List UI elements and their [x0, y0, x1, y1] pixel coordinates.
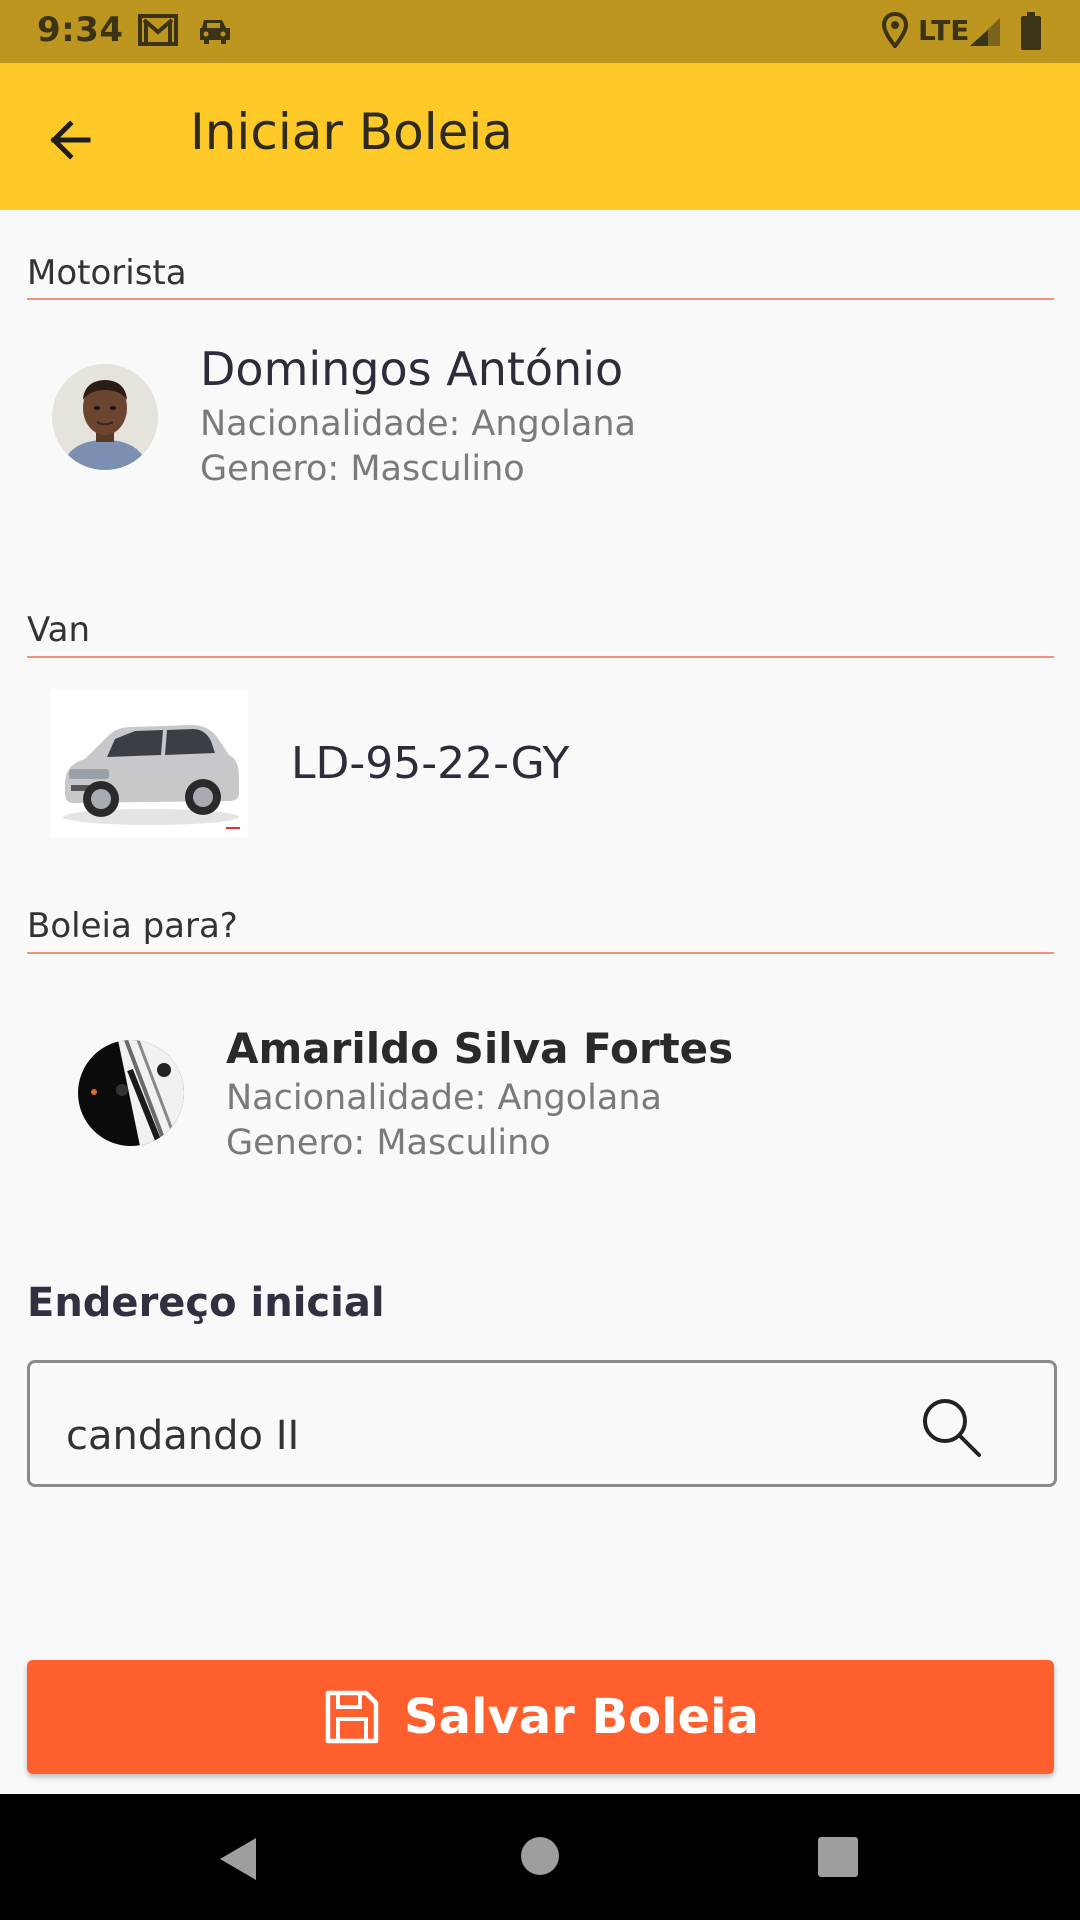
driver-section-label: Motorista	[27, 253, 187, 293]
save-ride-button[interactable]: Salvar Boleia	[27, 1660, 1054, 1774]
driver-name: Domingos António	[200, 342, 624, 396]
van-divider	[27, 656, 1054, 658]
network-type: LTE	[918, 14, 970, 47]
search-icon	[923, 1399, 981, 1457]
save-icon	[325, 1690, 379, 1744]
driver-divider	[27, 298, 1054, 300]
location-icon	[882, 12, 908, 48]
search-button[interactable]	[915, 1391, 987, 1463]
nav-recents-icon[interactable]	[817, 1836, 859, 1878]
gmail-icon	[138, 14, 178, 46]
passenger-divider	[27, 952, 1054, 954]
system-nav-bar	[0, 1794, 1080, 1920]
page-title: Iniciar Boleia	[190, 103, 513, 161]
driver-nationality: Nacionalidade: Angolana	[200, 404, 636, 444]
passenger-gender: Genero: Masculino	[226, 1123, 551, 1163]
passenger-name: Amarildo Silva Fortes	[226, 1024, 734, 1073]
arrow-back-icon	[50, 120, 91, 160]
passenger-section-label: Boleia para?	[27, 906, 238, 946]
back-button[interactable]	[36, 104, 108, 176]
address-field	[27, 1360, 1057, 1487]
signal-icon	[970, 18, 1000, 46]
passenger-nationality: Nacionalidade: Angolana	[226, 1078, 662, 1118]
address-label: Endereço inicial	[27, 1280, 385, 1326]
battery-icon	[1021, 12, 1041, 50]
driver-gender: Genero: Masculino	[200, 449, 525, 489]
status-time: 9:34	[37, 10, 124, 50]
nav-back-icon[interactable]	[216, 1836, 260, 1882]
nav-home-icon[interactable]	[520, 1836, 560, 1876]
car-icon	[200, 20, 230, 44]
app-bar: Iniciar Boleia	[0, 63, 1080, 210]
address-input[interactable]	[66, 1413, 886, 1459]
van-image	[51, 689, 248, 837]
van-section-label: Van	[27, 610, 91, 650]
van-plate: LD-95-22-GY	[291, 738, 570, 789]
passenger-avatar	[78, 1040, 184, 1146]
save-button-label: Salvar Boleia	[404, 1689, 759, 1745]
status-bar: 9:34 LTE	[0, 0, 1080, 63]
driver-avatar	[52, 364, 158, 470]
